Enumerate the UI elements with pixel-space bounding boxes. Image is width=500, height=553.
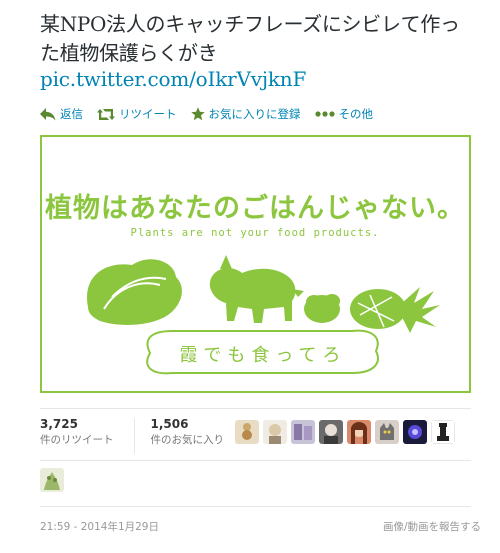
retweet-button[interactable]: リツイート: [97, 106, 177, 122]
divider-middle: [40, 460, 471, 461]
pineapple-icon: [350, 287, 440, 333]
image-subline: Plants are not your food products.: [131, 227, 380, 239]
retweet-count: 3,725: [40, 417, 78, 431]
broccoli-icon: [304, 294, 340, 323]
divider-bottom: [40, 506, 471, 507]
reply-button[interactable]: 返信: [40, 106, 83, 122]
stat-separator: [133, 418, 135, 454]
tweet-text-line-2: た植物保護らくがき: [40, 41, 218, 65]
report-media-link[interactable]: 画像/動画を報告する: [383, 519, 481, 534]
cabbage-icon: [87, 259, 182, 325]
banner-text: 霞でも食ってろ: [179, 345, 346, 366]
avatar-4-icon[interactable]: [319, 420, 343, 444]
more-button[interactable]: その他: [314, 106, 374, 122]
tweet-stats: 3,725 件のリツイート 1,506 件のお気に入り: [40, 416, 244, 454]
image-headline: 植物はあなたのごはんじゃない。: [45, 192, 465, 224]
avatar-1-icon[interactable]: [235, 420, 259, 444]
favorite-stat[interactable]: 1,506 件のお気に入り: [151, 416, 245, 454]
favorite-count-label: 件のお気に入り: [150, 434, 225, 446]
more-dots-icon: [314, 111, 335, 117]
avatar-2-icon[interactable]: [263, 420, 287, 444]
retweet-stat[interactable]: 3,725 件のリツイート: [40, 416, 134, 454]
favorite-label: お気に入りに登録: [208, 107, 301, 121]
avatar-5-icon[interactable]: [347, 420, 371, 444]
tweet-image[interactable]: 植物はあなたのごはんじゃない。 Plants are not your food…: [40, 135, 471, 393]
tweet-actions: 返信 リツイート お気に入りに登録 その他: [40, 105, 373, 123]
retweet-icon: [97, 108, 115, 121]
author-avatar-icon[interactable]: [40, 468, 64, 492]
reply-label: 返信: [60, 107, 83, 121]
avatar-6-icon[interactable]: [375, 420, 399, 444]
tweet-text-line-1: 某NPO法人のキャッチフレーズにシビレて作っ: [40, 12, 460, 36]
tweet-text: 某NPO法人のキャッチフレーズにシビレて作っ た植物保護らくがき: [40, 10, 490, 68]
more-label: その他: [338, 107, 374, 121]
avatar-7-icon[interactable]: [403, 420, 427, 444]
tweet-timestamp: 21:59 - 2014年1月29日: [40, 521, 159, 533]
star-icon: [190, 107, 205, 121]
favorer-avatars: [235, 420, 455, 444]
tweet-image-link[interactable]: pic.twitter.com/oIkrVvjknF: [40, 67, 306, 91]
pig-icon: [209, 255, 304, 323]
retweet-count-label: 件のリツイート: [40, 434, 114, 446]
plant-illustration: 植物はあなたのごはんじゃない。 Plants are not your food…: [45, 192, 465, 375]
favorite-button[interactable]: お気に入りに登録: [190, 106, 301, 122]
avatar-8-icon[interactable]: [431, 420, 455, 444]
reply-icon: [40, 107, 56, 121]
favorite-count: 1,506: [150, 417, 189, 431]
avatar-3-icon[interactable]: [291, 420, 315, 444]
retweet-label: リツイート: [119, 107, 177, 121]
divider-top: [40, 408, 471, 409]
